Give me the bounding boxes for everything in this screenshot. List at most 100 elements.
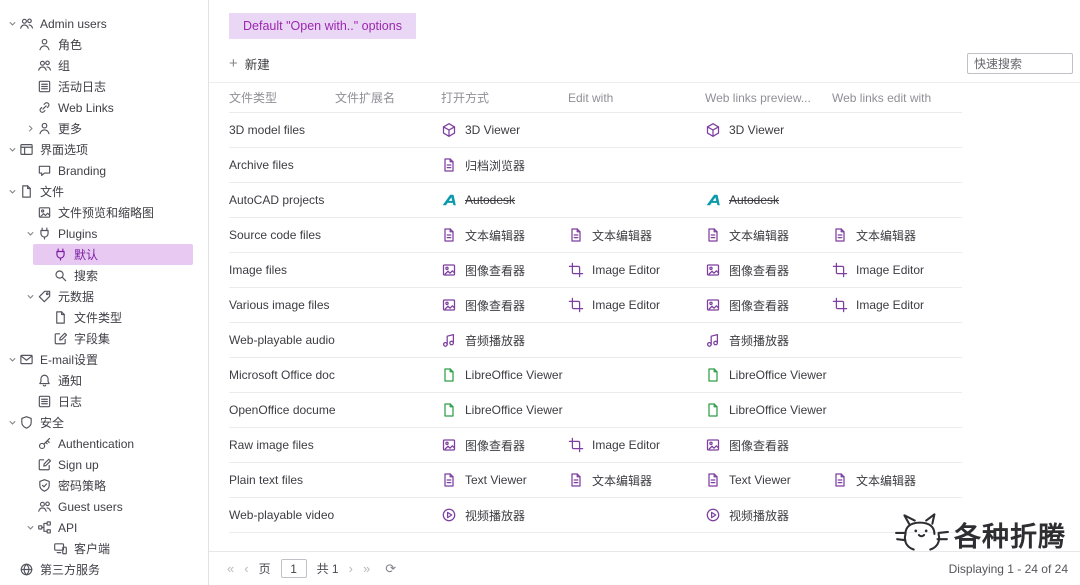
- sidebar-item-label: 组: [58, 59, 71, 73]
- last-page-button[interactable]: »: [363, 561, 370, 576]
- caret-down-icon[interactable]: [6, 186, 19, 197]
- sidebar-item[interactable]: 文件: [0, 181, 208, 202]
- open-with-cell[interactable]: Text Viewer: [441, 472, 568, 488]
- caret-down-icon[interactable]: [6, 354, 19, 365]
- refresh-button[interactable]: ⟳: [385, 561, 396, 577]
- sidebar-item[interactable]: 界面选项: [0, 139, 208, 160]
- play-icon: [705, 507, 721, 523]
- sidebar-item[interactable]: 字段集: [0, 328, 208, 349]
- sidebar-item[interactable]: Sign up: [0, 454, 208, 475]
- web-links-preview-cell[interactable]: 视频播放器: [705, 507, 832, 524]
- sidebar-item[interactable]: Admin users: [0, 13, 208, 34]
- web-links-preview-cell-label: 文本编辑器: [729, 228, 790, 243]
- table-row[interactable]: Source code files 文本编辑器 文本编辑器 文本编辑器 文本编辑器: [229, 218, 962, 253]
- first-page-button[interactable]: «: [227, 561, 234, 576]
- prev-page-button[interactable]: ‹: [244, 561, 248, 576]
- open-with-cell[interactable]: 归档浏览器: [441, 157, 568, 174]
- column-header[interactable]: 文件类型: [229, 89, 335, 106]
- sidebar-item[interactable]: E-mail设置: [0, 349, 208, 370]
- sidebar-item[interactable]: 元数据: [0, 286, 208, 307]
- caret-down-icon[interactable]: [6, 417, 19, 428]
- open-with-cell[interactable]: LibreOffice Viewer: [441, 367, 568, 383]
- web-links-edit-cell[interactable]: Image Editor: [832, 262, 962, 278]
- new-button[interactable]: + 新建: [229, 54, 270, 73]
- sidebar-item[interactable]: 搜索: [0, 265, 208, 286]
- edit-with-cell[interactable]: Image Editor: [568, 437, 705, 453]
- web-links-edit-cell[interactable]: Image Editor: [832, 297, 962, 313]
- edit-with-cell[interactable]: 文本编辑器: [568, 227, 705, 244]
- web-links-preview-cell[interactable]: 图像查看器: [705, 297, 832, 314]
- page-number-input[interactable]: [280, 559, 307, 578]
- open-with-cell[interactable]: 图像查看器: [441, 297, 568, 314]
- sidebar-item[interactable]: 活动日志: [0, 76, 208, 97]
- sidebar-item[interactable]: 日志: [0, 391, 208, 412]
- web-links-preview-cell[interactable]: 文本编辑器: [705, 227, 832, 244]
- caret-down-icon[interactable]: [24, 228, 37, 239]
- sidebar-item[interactable]: Plugins: [0, 223, 208, 244]
- caret-down-icon[interactable]: [24, 291, 37, 302]
- column-header[interactable]: Edit with: [568, 91, 705, 105]
- web-links-preview-cell[interactable]: 3D Viewer: [705, 122, 832, 138]
- open-with-cell[interactable]: 音频播放器: [441, 332, 568, 349]
- sidebar-item[interactable]: Authentication: [0, 433, 208, 454]
- open-with-cell[interactable]: Autodesk: [441, 192, 568, 208]
- web-links-preview-cell[interactable]: 音频播放器: [705, 332, 832, 349]
- web-links-preview-cell[interactable]: 图像查看器: [705, 437, 832, 454]
- quick-search-input[interactable]: [967, 53, 1073, 74]
- sidebar-item[interactable]: 通知: [0, 370, 208, 391]
- sidebar-item[interactable]: API: [0, 517, 208, 538]
- caret-right-icon[interactable]: [24, 123, 37, 134]
- sidebar-item[interactable]: 安全: [0, 412, 208, 433]
- sidebar-item[interactable]: 客户端: [0, 538, 208, 559]
- sidebar-item[interactable]: 更多: [0, 118, 208, 139]
- caret-down-icon[interactable]: [6, 144, 19, 155]
- sidebar-item[interactable]: Guest users: [0, 496, 208, 517]
- caret-down-icon[interactable]: [6, 18, 19, 29]
- page-tab[interactable]: Default "Open with.." options: [229, 13, 416, 39]
- sidebar-item[interactable]: Web Links: [0, 97, 208, 118]
- open-with-cell[interactable]: LibreOffice Viewer: [441, 402, 568, 418]
- sidebar-item[interactable]: 文件预览和缩略图: [0, 202, 208, 223]
- sidebar-item[interactable]: 默认: [33, 244, 193, 265]
- caret-down-icon[interactable]: [24, 522, 37, 533]
- open-with-cell[interactable]: 视频播放器: [441, 507, 568, 524]
- link-icon: [37, 100, 52, 115]
- sidebar-item[interactable]: 组: [0, 55, 208, 76]
- sidebar-item[interactable]: 角色: [0, 34, 208, 55]
- sidebar-item[interactable]: 文件类型: [0, 307, 208, 328]
- next-page-button[interactable]: ›: [349, 561, 353, 576]
- web-links-edit-cell[interactable]: 文本编辑器: [832, 472, 962, 489]
- table-row[interactable]: Image files 图像查看器 Image Editor 图像查看器 Image E…: [229, 253, 962, 288]
- table-row[interactable]: Raw image files 图像查看器 Image Editor 图像查看器: [229, 428, 962, 463]
- open-with-cell[interactable]: 图像查看器: [441, 262, 568, 279]
- open-with-cell[interactable]: 图像查看器: [441, 437, 568, 454]
- table-row[interactable]: Web-playable audio fi... 音频播放器 音频播放器: [229, 323, 962, 358]
- table-row[interactable]: Various image files 图像查看器 Image Editor 图像查看…: [229, 288, 962, 323]
- table-row[interactable]: AutoCAD projects Autodesk Autodesk: [229, 183, 962, 218]
- open-with-cell[interactable]: 3D Viewer: [441, 122, 568, 138]
- column-header[interactable]: Web links preview...: [705, 91, 832, 105]
- column-header[interactable]: Web links edit with: [832, 91, 962, 105]
- table-row[interactable]: OpenOffice documents LibreOffice Viewer Li…: [229, 393, 962, 428]
- edit-with-cell[interactable]: 文本编辑器: [568, 472, 705, 489]
- column-header[interactable]: 打开方式: [441, 89, 568, 106]
- edit-with-cell[interactable]: Image Editor: [568, 262, 705, 278]
- web-links-edit-cell[interactable]: 文本编辑器: [832, 227, 962, 244]
- table-row[interactable]: Plain text files Text Viewer 文本编辑器 Text Vie…: [229, 463, 962, 498]
- column-header[interactable]: 文件扩展名: [335, 89, 441, 106]
- table-row[interactable]: Microsoft Office docu... LibreOffice View…: [229, 358, 962, 393]
- table-row[interactable]: Web-playable video fi... 视频播放器 视频播放器: [229, 498, 962, 533]
- web-links-preview-cell[interactable]: 图像查看器: [705, 262, 832, 279]
- table-row[interactable]: Archive files 归档浏览器: [229, 148, 962, 183]
- sidebar-item-label: Authentication: [58, 436, 135, 451]
- open-with-cell[interactable]: 文本编辑器: [441, 227, 568, 244]
- sidebar-item[interactable]: 第三方服务: [0, 559, 208, 580]
- web-links-preview-cell[interactable]: LibreOffice Viewer: [705, 402, 832, 418]
- web-links-preview-cell[interactable]: Autodesk: [705, 192, 832, 208]
- web-links-preview-cell[interactable]: LibreOffice Viewer: [705, 367, 832, 383]
- web-links-preview-cell[interactable]: Text Viewer: [705, 472, 832, 488]
- table-row[interactable]: 3D model files 3D Viewer 3D Viewer: [229, 113, 962, 148]
- edit-with-cell[interactable]: Image Editor: [568, 297, 705, 313]
- sidebar-item[interactable]: Branding: [0, 160, 208, 181]
- sidebar-item[interactable]: 密码策略: [0, 475, 208, 496]
